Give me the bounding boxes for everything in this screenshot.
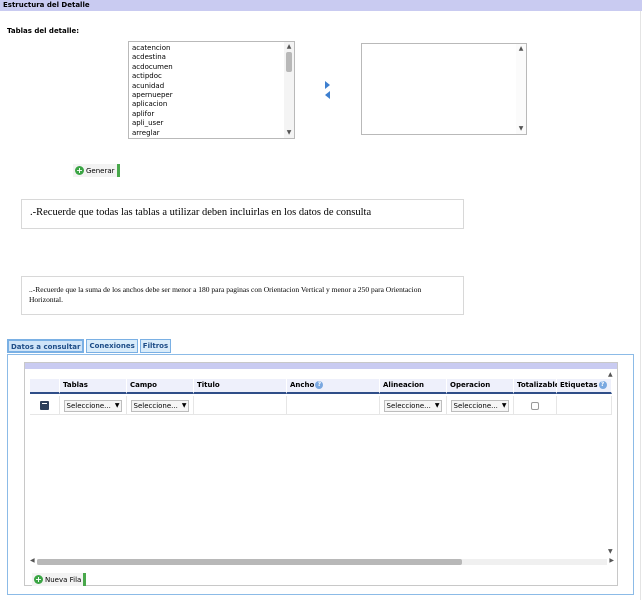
nueva-fila-button[interactable]: + Nueva Fila [32,573,87,586]
scroll-left-icon[interactable]: ◀ [30,557,35,564]
chevron-right-icon[interactable] [325,81,330,89]
grid-horizontal-scrollbar[interactable]: ◀ ▶ [30,557,614,567]
chevron-down-icon: ▼ [181,402,187,409]
column-header-campo: Campo [127,379,194,394]
chevron-down-icon: ▼ [501,402,507,409]
scroll-down-icon[interactable]: ▼ [608,548,613,555]
column-header-alineacion: Alineacion [380,379,447,394]
chevron-down-icon: ▼ [114,402,120,409]
table-row: Seleccione... ▼ Seleccione... ▼ Seleccione… [30,396,612,415]
tab-conexiones[interactable]: Conexiones [86,339,138,353]
scroll-down-icon[interactable]: ▼ [516,125,526,133]
campo-cell: Seleccione... ▼ [127,396,194,415]
grid-topbar [25,363,617,369]
row-actions-cell [30,396,60,415]
alineacion-cell: Seleccione... ▼ [380,396,447,415]
source-table-items: acatencion acdestina acdocumen actipdoc … [132,44,173,138]
list-item[interactable]: aplicacion [132,100,173,109]
etiquetas-cell[interactable] [557,396,612,415]
column-header-ancho-label: Ancho [290,381,315,389]
totalizable-checkbox[interactable] [531,401,539,410]
help-icon[interactable]: ? [315,381,324,389]
titulo-cell[interactable] [194,396,287,415]
delete-icon[interactable] [40,401,49,410]
campo-select[interactable]: Seleccione... ▼ [130,399,190,412]
tab-bar: Datos a consultar Conexiones Filtros [7,339,172,353]
help-icon[interactable]: ? [598,381,607,389]
column-header-totalizable: Totalizable [514,379,559,394]
scroll-up-icon[interactable]: ▲ [516,45,526,53]
scroll-right-icon[interactable]: ▶ [609,557,614,564]
ancho-cell[interactable] [287,396,380,415]
list-item[interactable]: aplifor [132,110,173,119]
column-header-ancho: Ancho? [287,379,380,394]
operacion-select-value: Seleccione... [453,401,498,410]
source-list-scrollbar[interactable]: ▲ ▼ [284,42,294,138]
selected-list-scrollbar[interactable]: ▲ ▼ [516,44,526,134]
add-icon: + [34,575,43,584]
source-table-list[interactable]: acatencion acdestina acdocumen actipdoc … [128,41,295,139]
note-tables: .-Recuerde que todas las tablas a utiliz… [21,199,464,229]
list-item[interactable]: acatencion [132,44,173,53]
chevron-down-icon: ▼ [434,402,440,409]
tab-panel: Tablas Campo Titulo Ancho? Alineacion Op… [7,354,634,595]
window-title: Estructura del Detalle [0,0,642,11]
scroll-down-icon[interactable]: ▼ [284,129,294,137]
scroll-thumb[interactable] [286,52,292,72]
column-header-titulo: Titulo [194,379,287,394]
alineacion-select[interactable]: Seleccione... ▼ [383,399,443,412]
operacion-cell: Seleccione... ▼ [447,396,514,415]
column-header-operacion: Operacion [447,379,514,394]
column-header-tablas: Tablas [60,379,127,394]
column-header-actions [30,379,60,394]
list-item[interactable]: acdocumen [132,63,173,72]
selected-table-list[interactable]: ▲ ▼ [361,43,527,135]
note-widths: ..-Recuerde que la suma de los anchos de… [21,276,464,315]
list-item[interactable]: arreglar [132,129,173,138]
scroll-up-icon[interactable]: ▲ [284,43,294,51]
section-label: Tablas del detalle: [7,27,80,35]
tablas-cell: Seleccione... ▼ [60,396,127,415]
scroll-up-icon[interactable]: ▲ [608,371,613,378]
grid-header: Tablas Campo Titulo Ancho? Alineacion Op… [30,379,612,394]
generar-label: Generar [86,166,115,175]
tablas-select[interactable]: Seleccione... ▼ [63,399,123,412]
campo-select-value: Seleccione... [133,401,178,410]
grid-vertical-scrollbar[interactable]: ▲ ▼ [607,371,617,555]
list-item[interactable]: apernueper [132,91,173,100]
column-header-etiquetas-label: Etiquetas [560,381,598,389]
operacion-select[interactable]: Seleccione... ▼ [450,399,510,412]
add-icon: + [75,166,84,175]
chevron-left-icon[interactable] [325,91,330,99]
generar-button[interactable]: + Generar [73,164,120,177]
tab-datos-a-consultar[interactable]: Datos a consultar [7,339,85,353]
column-header-etiquetas: Etiquetas? [557,379,612,394]
tablas-select-value: Seleccione... [66,401,111,410]
scroll-thumb[interactable] [37,559,462,565]
list-item[interactable]: apli_user [132,119,173,128]
list-item[interactable]: acunidad [132,82,173,91]
tab-filtros[interactable]: Filtros [139,339,172,353]
nueva-fila-label: Nueva Fila [45,575,82,584]
list-item[interactable]: acdestina [132,53,173,62]
alineacion-select-value: Seleccione... [386,401,431,410]
right-divider [640,11,641,600]
list-item[interactable]: actipdoc [132,72,173,81]
totalizable-cell [514,396,557,415]
detail-grid: Tablas Campo Titulo Ancho? Alineacion Op… [24,362,618,586]
